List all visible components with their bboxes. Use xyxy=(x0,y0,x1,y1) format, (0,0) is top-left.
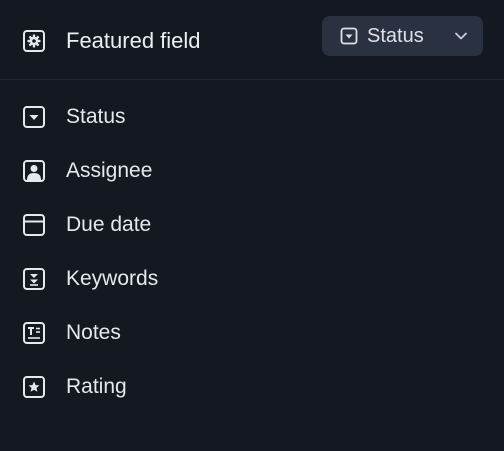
field-item-notes[interactable]: Notes xyxy=(0,306,504,360)
field-item-label: Due date xyxy=(66,213,152,236)
field-list: Status Assignee Due date Keywords Notes … xyxy=(0,90,504,414)
field-item-label: Keywords xyxy=(66,267,159,290)
field-item-status[interactable]: Status xyxy=(0,90,504,144)
field-item-label: Assignee xyxy=(66,159,153,182)
tags-box-icon xyxy=(21,266,47,292)
gear-icon xyxy=(21,28,47,54)
field-item-due-date[interactable]: Due date xyxy=(0,198,504,252)
field-item-label: Status xyxy=(66,105,126,128)
field-item-rating[interactable]: Rating xyxy=(0,360,504,414)
featured-field-label: Featured field xyxy=(66,28,201,53)
featured-field-header: Featured field Status xyxy=(0,0,504,80)
field-item-keywords[interactable]: Keywords xyxy=(0,252,504,306)
featured-field-select[interactable]: Status xyxy=(322,16,483,56)
star-box-icon xyxy=(21,374,47,400)
person-box-icon xyxy=(21,158,47,184)
text-box-icon xyxy=(21,320,47,346)
chevron-down-icon xyxy=(452,29,470,43)
field-item-label: Rating xyxy=(66,375,127,398)
dropdown-box-icon xyxy=(21,104,47,130)
dropdown-box-icon xyxy=(340,27,358,45)
field-item-assignee[interactable]: Assignee xyxy=(0,144,504,198)
calendar-box-icon xyxy=(21,212,47,238)
featured-field-select-value: Status xyxy=(367,25,424,47)
field-item-label: Notes xyxy=(66,321,121,344)
